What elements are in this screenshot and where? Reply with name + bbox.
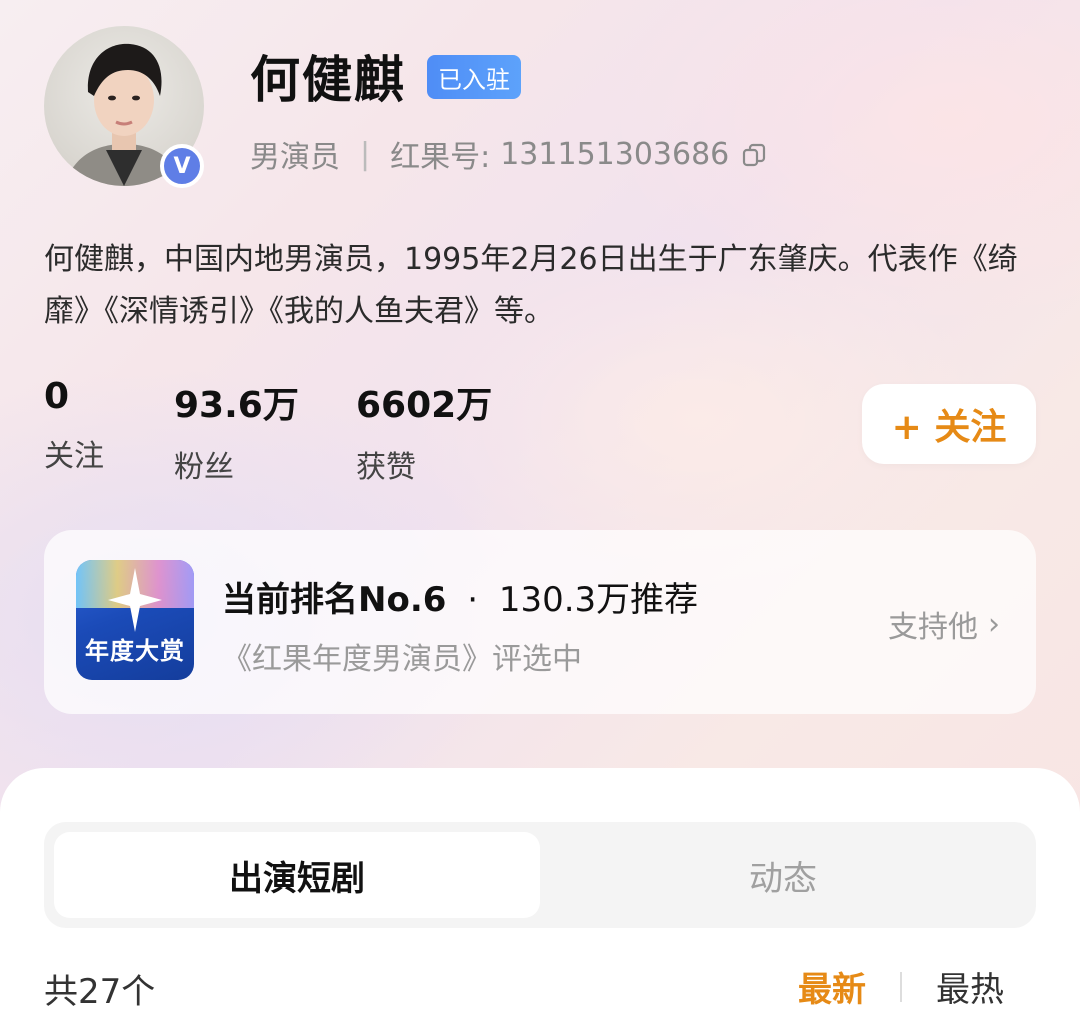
profile-meta: 男演员 | 红果号: 131151303686: [250, 132, 767, 176]
item-count: 共27个: [44, 972, 156, 1012]
rank-recommend: 130.3万推荐: [498, 580, 699, 620]
stat-likes[interactable]: 6602万 获赞: [356, 376, 492, 486]
tab-moments[interactable]: 动态: [540, 832, 1026, 918]
tab-bar: 出演短剧 动态: [44, 822, 1036, 928]
ranking-card[interactable]: 年度大赏 当前排名No.6 · 130.3万推荐 《红果年度男演员》评选中 支持…: [44, 530, 1036, 714]
tab-dramas[interactable]: 出演短剧: [54, 832, 540, 918]
stat-label: 关注: [44, 439, 104, 474]
verified-badge-icon: V: [160, 144, 204, 188]
support-button[interactable]: 支持他 ›: [888, 602, 1000, 646]
avatar[interactable]: V: [44, 26, 204, 188]
content-sheet: 出演短剧 动态 共27个 最新 最热: [0, 768, 1080, 1029]
profile-name: 何健麒: [250, 51, 406, 109]
follow-button[interactable]: + 关注: [862, 384, 1036, 464]
sort-divider: [900, 971, 902, 1002]
id-label: 红果号:: [390, 140, 491, 175]
rank-subtitle: 《红果年度男演员》评选中: [222, 642, 582, 677]
stat-fans[interactable]: 93.6万 粉丝: [174, 376, 299, 486]
award-icon-text: 年度大赏: [85, 636, 185, 665]
meta-separator: |: [360, 136, 371, 172]
stat-label: 粉丝: [174, 450, 234, 485]
rank-title: 当前排名No.6 · 130.3万推荐: [222, 572, 698, 621]
stat-value: 0: [44, 376, 70, 417]
stat-value: 6602万: [356, 385, 493, 426]
stat-label: 获赞: [356, 450, 416, 485]
copy-icon[interactable]: [741, 141, 767, 167]
rank-position: 当前排名No.6: [222, 580, 447, 620]
id-value: 131151303686: [500, 136, 730, 172]
sort-options: 最新 最热: [798, 962, 1004, 1011]
rank-dot: ·: [467, 580, 479, 620]
profile-bio: 何健麒，中国内地男演员，1995年2月26日出生于广东肇庆。代表作《绮靡》《深情…: [44, 242, 1018, 329]
annual-award-icon: 年度大赏: [76, 560, 194, 680]
stat-following[interactable]: 0 关注: [44, 376, 104, 475]
settled-badge: 已入驻: [427, 55, 521, 99]
stat-value: 93.6万: [174, 385, 299, 426]
sort-hottest[interactable]: 最热: [936, 962, 1004, 1011]
chevron-right-icon: ›: [988, 606, 1000, 642]
profile-role: 男演员: [250, 140, 340, 175]
sort-newest[interactable]: 最新: [798, 962, 866, 1011]
support-label: 支持他: [888, 610, 978, 645]
